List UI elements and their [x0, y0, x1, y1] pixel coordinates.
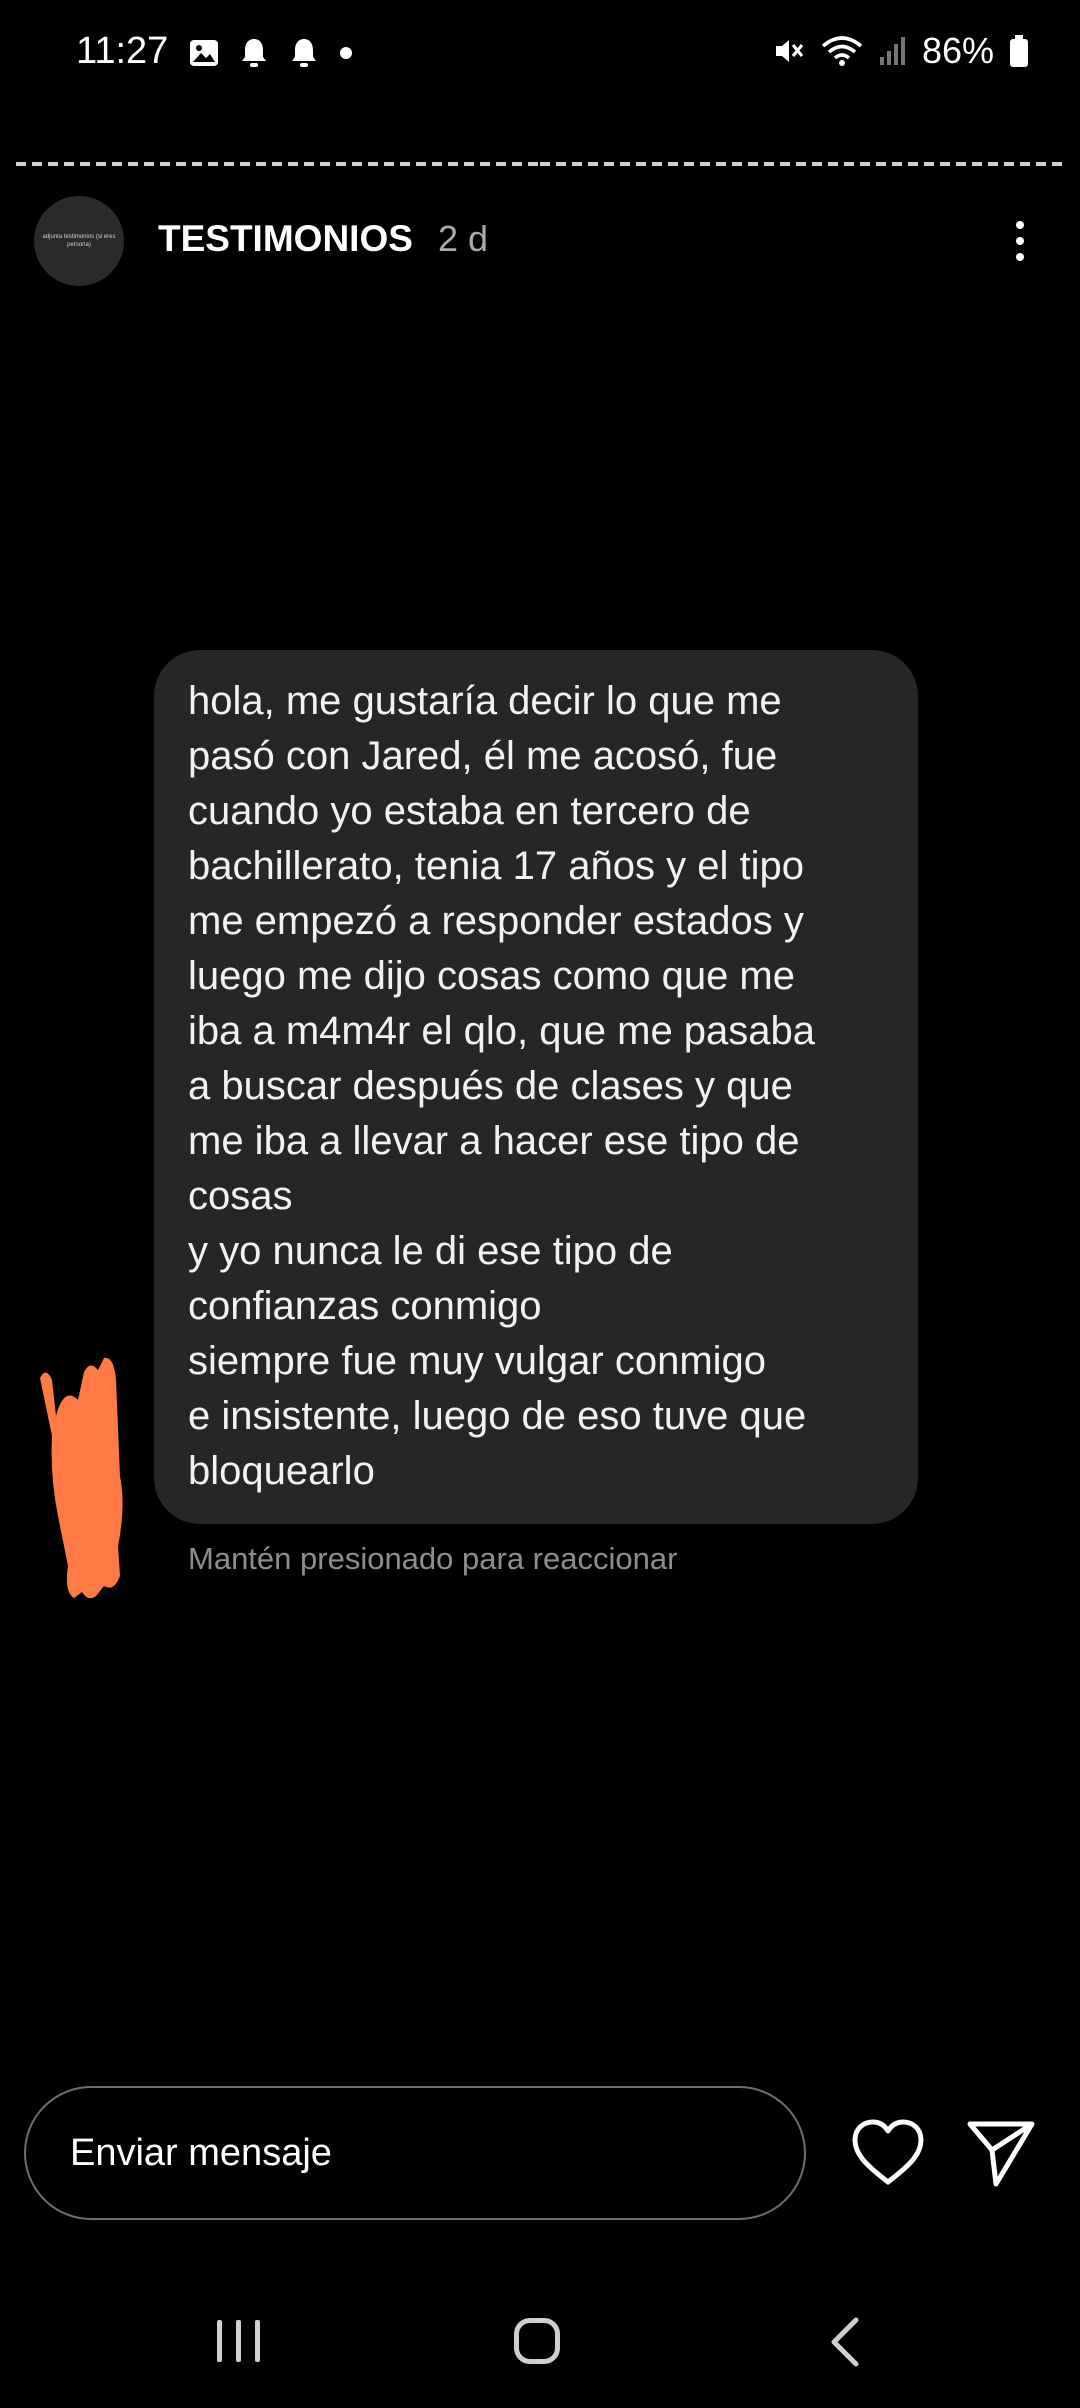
message-line: me empezó a responder estados y — [188, 899, 804, 943]
more-options-button[interactable] — [990, 206, 1050, 276]
message-line: me iba a llevar a hacer ese tipo de — [188, 1119, 800, 1163]
story-header: adjunta testimonios (si eres persona) TE… — [0, 190, 1080, 290]
account-avatar[interactable]: adjunta testimonios (si eres persona) — [34, 196, 124, 286]
avatar-text: adjunta testimonios (si eres persona) — [42, 234, 116, 248]
redaction-scribble — [40, 1357, 123, 1599]
wifi-icon — [821, 36, 863, 66]
status-bar: 11:27 86% — [0, 0, 1080, 110]
system-navigation-bar — [0, 2290, 1080, 2408]
story-age: 2 d — [438, 218, 489, 259]
message-line: a buscar después de clases y que — [188, 1064, 793, 1108]
dot-icon — [340, 47, 352, 59]
notification-bell-icon — [242, 39, 266, 67]
message-line: cosas — [188, 1174, 293, 1218]
message-bubble[interactable]: hola, me gustaría decir lo que me pasó c… — [154, 650, 918, 1524]
message-line: confianzas conmigo — [188, 1284, 542, 1328]
status-notification-icons — [188, 36, 354, 70]
message-line: siempre fue muy vulgar conmigo — [188, 1339, 767, 1383]
status-system-icons: 86% — [772, 30, 1030, 72]
react-hint: Mantén presionado para reaccionar — [188, 1541, 678, 1576]
recent-apps-icon[interactable] — [210, 2320, 266, 2370]
message-line: luego me dijo cosas como que me — [188, 954, 795, 998]
message-input[interactable]: Enviar mensaje — [24, 2086, 806, 2220]
message-line: bloquearlo — [188, 1449, 375, 1493]
notification-bell-icon — [292, 39, 316, 67]
home-icon[interactable] — [514, 2318, 560, 2364]
message-line: iba a m4m4r el qlo, que me pasaba — [188, 1009, 816, 1053]
send-icon[interactable] — [966, 2118, 1036, 2188]
story-progress-segment — [16, 162, 540, 166]
image-icon — [190, 40, 218, 66]
message-input-placeholder: Enviar mensaje — [70, 2132, 332, 2174]
message-line: e insistente, luego de eso tuve que — [188, 1394, 807, 1438]
status-time: 11:27 — [76, 30, 169, 72]
signal-icon — [879, 37, 905, 65]
message-line: hola, me gustaría decir lo que me — [188, 679, 782, 723]
message-line: cuando yo estaba en tercero de — [188, 789, 751, 833]
back-icon[interactable] — [826, 2316, 866, 2368]
story-progress-bar — [16, 162, 1064, 166]
heart-icon[interactable] — [850, 2118, 926, 2188]
more-dot-icon — [1016, 221, 1024, 229]
message-line: bachillerato, tenia 17 años y el tipo — [188, 844, 804, 888]
battery-percentage: 86% — [921, 30, 994, 71]
more-dot-icon — [1016, 253, 1024, 261]
mute-icon — [775, 40, 804, 62]
message-line: pasó con Jared, él me acosó, fue — [188, 734, 778, 778]
story-progress-segment — [540, 162, 1064, 166]
more-dot-icon — [1016, 237, 1024, 245]
message-line: y yo nunca le di ese tipo de — [188, 1229, 673, 1273]
battery-icon — [1010, 35, 1028, 67]
account-name[interactable]: TESTIMONIOS — [158, 218, 413, 260]
